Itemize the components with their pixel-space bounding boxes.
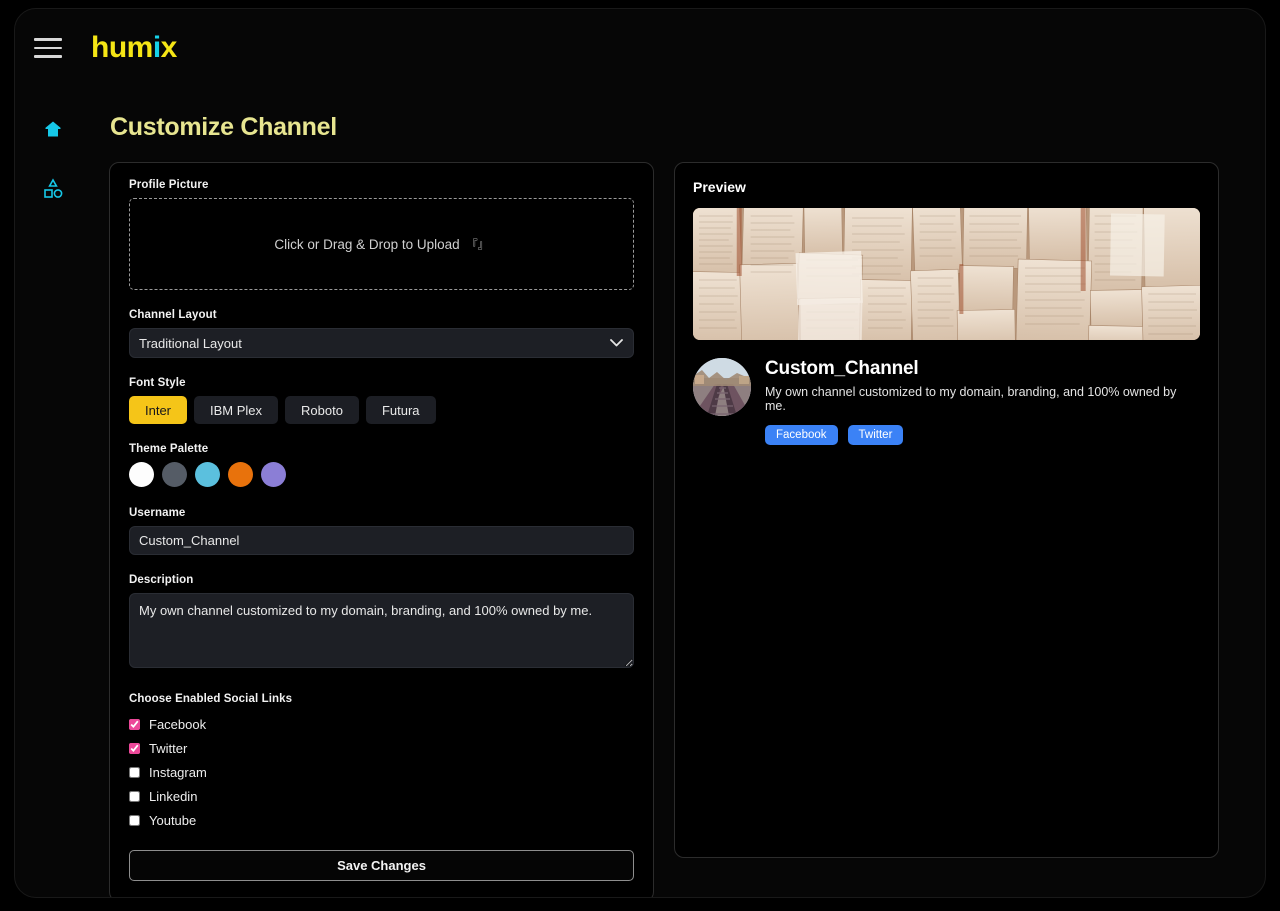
social-link-row-instagram[interactable]: Instagram (129, 760, 634, 784)
checkbox-label-facebook[interactable]: Facebook (149, 717, 206, 732)
logo-text-main: hum (91, 31, 153, 64)
sidebar-item-home[interactable] (31, 109, 75, 149)
theme-swatch-purple[interactable] (261, 462, 286, 487)
font-style-inter-button[interactable]: Inter (129, 396, 188, 424)
channel-name: Custom_Channel (765, 358, 919, 379)
sidebar-item-shapes[interactable] (31, 169, 75, 209)
railway-avatar-illustration (693, 358, 752, 416)
profile-picture-dropzone[interactable]: Click or Drag & Drop to Upload 『』 (129, 198, 635, 290)
channel-layout-label: Channel Layout (129, 309, 217, 321)
hamburger-line (34, 46, 62, 50)
checkbox-instagram[interactable] (129, 766, 140, 778)
channel-description: My own channel customized to my domain, … (765, 385, 1177, 413)
home-icon (45, 121, 61, 137)
social-links-checkbox-group: Facebook Twitter Instagram Linkedin Yout… (129, 712, 634, 832)
theme-palette-group (129, 462, 634, 487)
font-style-group: Inter IBM Plex Roboto Futura (129, 396, 634, 424)
theme-swatch-slate[interactable] (162, 462, 187, 487)
font-style-futura-button[interactable]: Futura (365, 396, 436, 424)
channel-info: Custom_Channel My own channel customized… (765, 358, 1200, 445)
dropzone-glyph-icon: 『』 (466, 239, 489, 251)
theme-swatch-skyblue[interactable] (195, 462, 220, 487)
save-changes-button[interactable]: Save Changes (129, 850, 635, 881)
theme-swatch-orange[interactable] (228, 462, 253, 487)
hamburger-line (34, 55, 62, 58)
channel-profile-row: Custom_Channel My own channel customized… (693, 358, 1200, 445)
humix-logo[interactable]: humix (91, 31, 177, 65)
shapes-icon (44, 178, 63, 198)
channel-avatar (693, 358, 752, 416)
social-link-row-twitter[interactable]: Twitter (129, 736, 634, 760)
customize-form-card: Profile Picture Click or Drag & Drop to … (109, 162, 655, 897)
theme-palette-label: Theme Palette (129, 443, 209, 455)
social-link-row-linkedin[interactable]: Linkedin (129, 784, 634, 808)
checkbox-label-instagram[interactable]: Instagram (149, 765, 207, 780)
channel-layout-select-wrap: Traditional Layout (129, 328, 635, 358)
social-link-row-facebook[interactable]: Facebook (129, 712, 634, 736)
checkbox-label-youtube[interactable]: Youtube (149, 813, 196, 828)
social-badge-facebook[interactable]: Facebook (765, 425, 838, 445)
description-textarea[interactable]: My own channel customized to my domain, … (129, 593, 635, 668)
preview-title: Preview (693, 179, 746, 195)
social-link-row-youtube[interactable]: Youtube (129, 808, 634, 832)
hamburger-menu-icon[interactable] (31, 34, 65, 62)
channel-layout-select[interactable]: Traditional Layout (129, 328, 635, 358)
app-window: humix Customize Channel Profile Picture … (14, 8, 1266, 898)
checkbox-twitter[interactable] (129, 742, 140, 754)
preview-card: Preview Custom_Channel My own channel cu… (674, 162, 1219, 858)
theme-swatch-white[interactable] (129, 462, 154, 487)
checkbox-label-linkedin[interactable]: Linkedin (149, 789, 197, 804)
logo-text-tail: x (160, 31, 178, 64)
font-style-roboto-button[interactable]: Roboto (285, 396, 359, 424)
main-content: Customize Channel Profile Picture Click … (91, 87, 1265, 897)
sidebar (15, 87, 91, 897)
username-label: Username (129, 507, 186, 519)
social-badge-twitter[interactable]: Twitter (847, 425, 904, 445)
username-input[interactable] (129, 526, 635, 555)
channel-social-badges: Facebook Twitter (765, 425, 1200, 445)
hamburger-line (34, 38, 62, 41)
dropzone-text: Click or Drag & Drop to Upload (274, 236, 460, 252)
description-label: Description (129, 574, 194, 586)
page-title: Customize Channel (110, 113, 337, 141)
checkbox-label-twitter[interactable]: Twitter (149, 741, 187, 756)
checkbox-facebook[interactable] (129, 718, 140, 730)
font-style-label: Font Style (129, 377, 186, 389)
channel-banner-image (693, 208, 1200, 340)
book-pages-illustration (693, 208, 1200, 340)
top-bar: humix (15, 9, 1265, 87)
profile-picture-label: Profile Picture (129, 179, 209, 191)
checkbox-youtube[interactable] (129, 814, 140, 826)
columns-wrapper: Profile Picture Click or Drag & Drop to … (95, 162, 1219, 897)
font-style-ibmplex-button[interactable]: IBM Plex (194, 396, 279, 424)
logo-text-accent: i (152, 31, 161, 64)
checkbox-linkedin[interactable] (129, 790, 140, 802)
social-links-label: Choose Enabled Social Links (129, 693, 293, 705)
